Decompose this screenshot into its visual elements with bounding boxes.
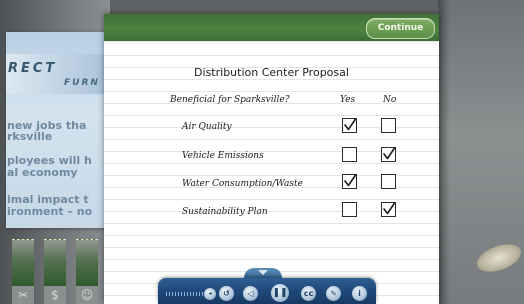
- background-bar: [44, 239, 66, 286]
- no-checkbox[interactable]: [381, 174, 396, 189]
- yes-checkbox[interactable]: [342, 202, 357, 217]
- background-bar: [12, 239, 34, 286]
- chevron-down-icon: [258, 270, 268, 275]
- money-bag-icon: $: [44, 286, 66, 304]
- no-checkbox[interactable]: [381, 118, 396, 133]
- poster-line: imal impact t: [7, 193, 89, 206]
- replay-icon[interactable]: ↺: [219, 286, 234, 301]
- question-label: Beneficial for Sparksville?: [170, 95, 290, 105]
- background-shadow: [438, 0, 450, 304]
- poster-line: ironment – no: [7, 205, 93, 218]
- info-icon[interactable]: i: [352, 286, 367, 301]
- notepad-header: Continue: [104, 14, 439, 44]
- people-icon: ☺: [76, 286, 98, 304]
- criterion-label: Air Quality: [182, 122, 232, 132]
- criterion-label: Water Consumption/Waste: [182, 179, 303, 189]
- background-bar: [76, 239, 98, 286]
- notepad: Continue Distribution Center Proposal Be…: [104, 14, 439, 304]
- captions-icon[interactable]: cc: [301, 286, 316, 301]
- poster-line: ployees will h: [7, 154, 92, 167]
- background-bar-chart: [12, 236, 102, 286]
- edit-icon[interactable]: ✎: [326, 286, 341, 301]
- volume-slider[interactable]: [166, 292, 206, 296]
- tools-icon: ✂: [12, 286, 34, 304]
- poster-subtitle: FURN: [64, 78, 100, 88]
- checkmark-icon: [383, 147, 396, 160]
- criterion-label: Sustainability Plan: [182, 207, 268, 217]
- pause-icon[interactable]: ❚❚: [271, 284, 289, 302]
- media-toolbar: [158, 278, 376, 304]
- back-icon[interactable]: ◁: [243, 286, 258, 301]
- volume-icon[interactable]: ◂: [204, 288, 216, 300]
- checkmark-icon: [344, 174, 357, 187]
- yes-checkbox[interactable]: [342, 118, 357, 133]
- yes-column-header: Yes: [340, 95, 356, 105]
- poster-line: rksville: [7, 130, 53, 143]
- page-title: Distribution Center Proposal: [194, 66, 349, 79]
- no-checkbox[interactable]: [381, 147, 396, 162]
- no-checkbox[interactable]: [381, 202, 396, 217]
- checkmark-icon: [383, 202, 396, 215]
- no-column-header: No: [383, 95, 397, 105]
- poster-title: RECT: [8, 61, 58, 76]
- checkmark-icon: [344, 118, 357, 131]
- criterion-label: Vehicle Emissions: [182, 151, 264, 161]
- yes-checkbox[interactable]: [342, 174, 357, 189]
- background-poster: RECT FURN new jobs tha rksville ployees …: [6, 32, 110, 228]
- poster-line: al economy: [7, 166, 78, 179]
- yes-checkbox[interactable]: [342, 147, 357, 162]
- continue-button[interactable]: Continue: [366, 18, 435, 39]
